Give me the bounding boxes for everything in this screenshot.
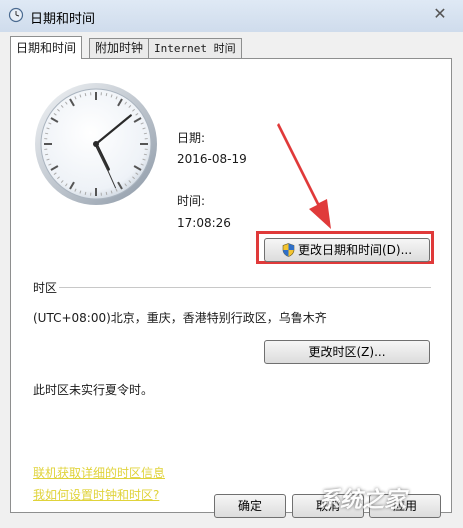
change-timezone-button[interactable]: 更改时区(Z)... bbox=[264, 340, 430, 364]
timezone-divider bbox=[59, 287, 431, 288]
tab-date-and-time[interactable]: 日期和时间 bbox=[10, 36, 83, 59]
analog-clock bbox=[35, 83, 157, 205]
clock-minute-tick bbox=[143, 153, 147, 156]
window-title: 日期和时间 bbox=[30, 12, 96, 27]
clock-center bbox=[93, 141, 99, 147]
timezone-section-label: 时区 bbox=[33, 281, 58, 295]
clock-minute-tick bbox=[84, 191, 87, 195]
dst-note: 此时区未实行夏令时。 bbox=[33, 383, 154, 397]
tab-internet-time[interactable]: Internet 时间 bbox=[148, 38, 242, 58]
title-bar: 日期和时间 ✕ bbox=[0, 0, 463, 33]
tab-panel: 日期: 2016-08-19 时间: 17:08:26 更改日期和时间(D)..… bbox=[10, 58, 452, 513]
clock-minute-tick bbox=[105, 93, 108, 97]
timezone-value: (UTC+08:00)北京，重庆，香港特别行政区，乌鲁木齐 bbox=[33, 311, 327, 325]
uac-shield-icon bbox=[282, 243, 295, 257]
watermark-logo: 系统之家 bbox=[318, 488, 407, 513]
clock-minute-tick bbox=[84, 93, 87, 97]
online-timezone-info-link[interactable]: 联机获取详细的时区信息 bbox=[33, 464, 165, 481]
time-label: 时间: bbox=[177, 194, 206, 208]
date-value: 2016-08-19 bbox=[177, 152, 247, 166]
ok-button[interactable]: 确定 bbox=[214, 494, 286, 518]
time-value: 17:08:26 bbox=[177, 216, 231, 230]
date-label: 日期: bbox=[177, 131, 206, 145]
tab-additional-clocks[interactable]: 附加时钟 bbox=[89, 38, 150, 58]
clock-minute-tick bbox=[45, 153, 49, 156]
clock-app-icon bbox=[8, 7, 24, 23]
dialog-body: 日期和时间 附加时钟 Internet 时间 日期: 2016-08-19 时间… bbox=[0, 32, 463, 528]
clock-minute-tick bbox=[105, 191, 108, 195]
how-to-set-clock-link[interactable]: 我如何设置时钟和时区? bbox=[33, 486, 159, 503]
close-icon: ✕ bbox=[433, 4, 447, 23]
change-date-time-label: 更改日期和时间(D)... bbox=[297, 243, 413, 257]
red-arrow-annotation bbox=[277, 123, 331, 229]
change-date-time-button[interactable]: 更改日期和时间(D)... bbox=[264, 238, 430, 262]
close-button[interactable]: ✕ bbox=[429, 4, 451, 24]
clock-minute-tick bbox=[45, 132, 49, 135]
clock-minute-tick bbox=[143, 132, 147, 135]
